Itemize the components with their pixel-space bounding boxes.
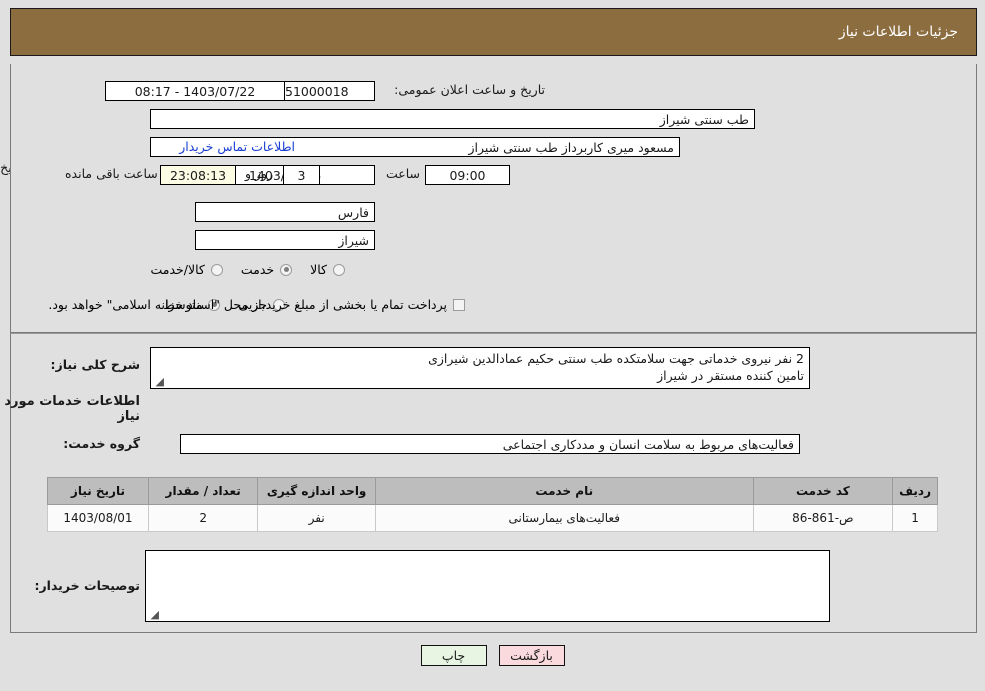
radio-khedmat-label: خدمت	[240, 262, 275, 277]
province-field[interactable]: فارس	[195, 202, 375, 222]
services-table: ردیف کد خدمت نام خدمت واحد اندازه گیری ت…	[47, 477, 938, 532]
cell-quantity: 2	[147, 504, 259, 532]
treasury-checkbox[interactable]	[453, 298, 465, 311]
cell-code: ص-861-86	[752, 504, 894, 532]
buyer-contact-link[interactable]: اطلاعات تماس خریدار	[179, 139, 295, 154]
cell-index: 1	[892, 504, 938, 532]
back-button[interactable]: بازگشت	[498, 645, 565, 666]
treasury-checkbox-label: پرداخت تمام یا بخشی از مبلغ خرید،از محل …	[48, 297, 447, 312]
resize-grip-icon[interactable]: ◢	[154, 376, 164, 387]
radio-kala[interactable]	[333, 263, 345, 276]
remaining-days-label: روز و	[245, 166, 274, 181]
col-code: کد خدمت	[752, 477, 894, 505]
remaining-time-label-row: ساعت باقی مانده	[65, 166, 158, 181]
remaining-time-field[interactable]: 23:08:13	[160, 165, 236, 185]
col-unit: واحد اندازه گیری	[257, 477, 376, 505]
description-textarea[interactable]: 2 نفر نیروی خدماتی جهت سلامتکده طب سنتی …	[150, 347, 810, 389]
public-announce-field[interactable]: 1403/07/22 - 08:17	[105, 81, 285, 101]
radio-kala-khedmat[interactable]	[210, 263, 223, 276]
cell-unit: نفر	[257, 504, 376, 532]
description-line-1: 2 نفر نیروی خدماتی جهت سلامتکده طب سنتی …	[428, 351, 804, 366]
col-name: نام خدمت	[374, 477, 754, 505]
description-label-row: شرح کلی نیاز:	[51, 357, 140, 372]
services-section-title: اطلاعات خدمات مورد نیاز	[4, 394, 140, 424]
deadline-time-label: ساعت	[385, 166, 420, 181]
resize-grip-icon-2[interactable]: ◢	[149, 609, 159, 620]
remaining-days-field[interactable]: 3	[283, 165, 320, 185]
description-label: شرح کلی نیاز:	[50, 357, 140, 372]
page-header: جزئیات اطلاعات نیاز	[10, 8, 977, 56]
service-group-field[interactable]: فعالیت‌های مربوط به سلامت انسان و مددکار…	[180, 434, 800, 454]
buyer-notes-label: توصیحات خریدار:	[34, 578, 140, 593]
deadline-time-field[interactable]: 09:00	[425, 165, 510, 185]
page-root: ⇩ AriaTender.net جزئیات اطلاعات نیاز شما…	[0, 0, 985, 691]
city-field[interactable]: شیراز	[195, 230, 375, 250]
table-row[interactable]: 1 ص-861-86 فعالیت‌های بیمارستانی نفر 2 1…	[47, 504, 938, 532]
button-bar: بازگشت چاپ	[0, 645, 985, 666]
category-radio-group: کالا خدمت کالا/خدمت	[138, 262, 345, 277]
table-header-row: ردیف کد خدمت نام خدمت واحد اندازه گیری ت…	[47, 477, 938, 505]
treasury-checkbox-group: پرداخت تمام یا بخشی از مبلغ خرید،از محل …	[48, 297, 465, 312]
radio-khedmat[interactable]	[280, 263, 293, 276]
announce-label-row: تاریخ و ساعت اعلان عمومی:	[394, 82, 545, 97]
buyer-notes-textarea[interactable]: ◢	[145, 550, 830, 622]
col-date: تاریخ نیاز	[47, 477, 149, 505]
col-quantity: تعداد / مقدار	[147, 477, 259, 505]
service-group-label: گروه خدمت:	[63, 436, 140, 451]
page-title: جزئیات اطلاعات نیاز	[838, 24, 958, 40]
cell-name: فعالیت‌های بیمارستانی	[374, 504, 754, 532]
public-announce-label: تاریخ و ساعت اعلان عمومی:	[394, 82, 545, 97]
description-line-2: تامین کننده مستقر در شیراز	[657, 368, 804, 383]
buyer-contact-link-wrap: اطلاعات تماس خریدار	[179, 139, 295, 154]
radio-kala-label: کالا	[310, 262, 327, 277]
print-button[interactable]: چاپ	[420, 645, 487, 666]
remaining-time-label: ساعت باقی مانده	[65, 166, 158, 181]
remaining-days-label-row: روز و	[245, 166, 273, 181]
col-index: ردیف	[892, 477, 938, 505]
service-group-label-row: گروه خدمت:	[63, 436, 140, 451]
deadline-time-label-row: ساعت	[386, 166, 420, 181]
cell-date: 1403/08/01	[47, 504, 149, 532]
buyer-org-field[interactable]: طب سنتی شیراز	[150, 109, 755, 129]
need-info-panel	[10, 64, 977, 333]
buyer-notes-label-row: توصیحات خریدار:	[34, 578, 140, 593]
radio-kala-khedmat-label: کالا/خدمت	[150, 262, 205, 277]
